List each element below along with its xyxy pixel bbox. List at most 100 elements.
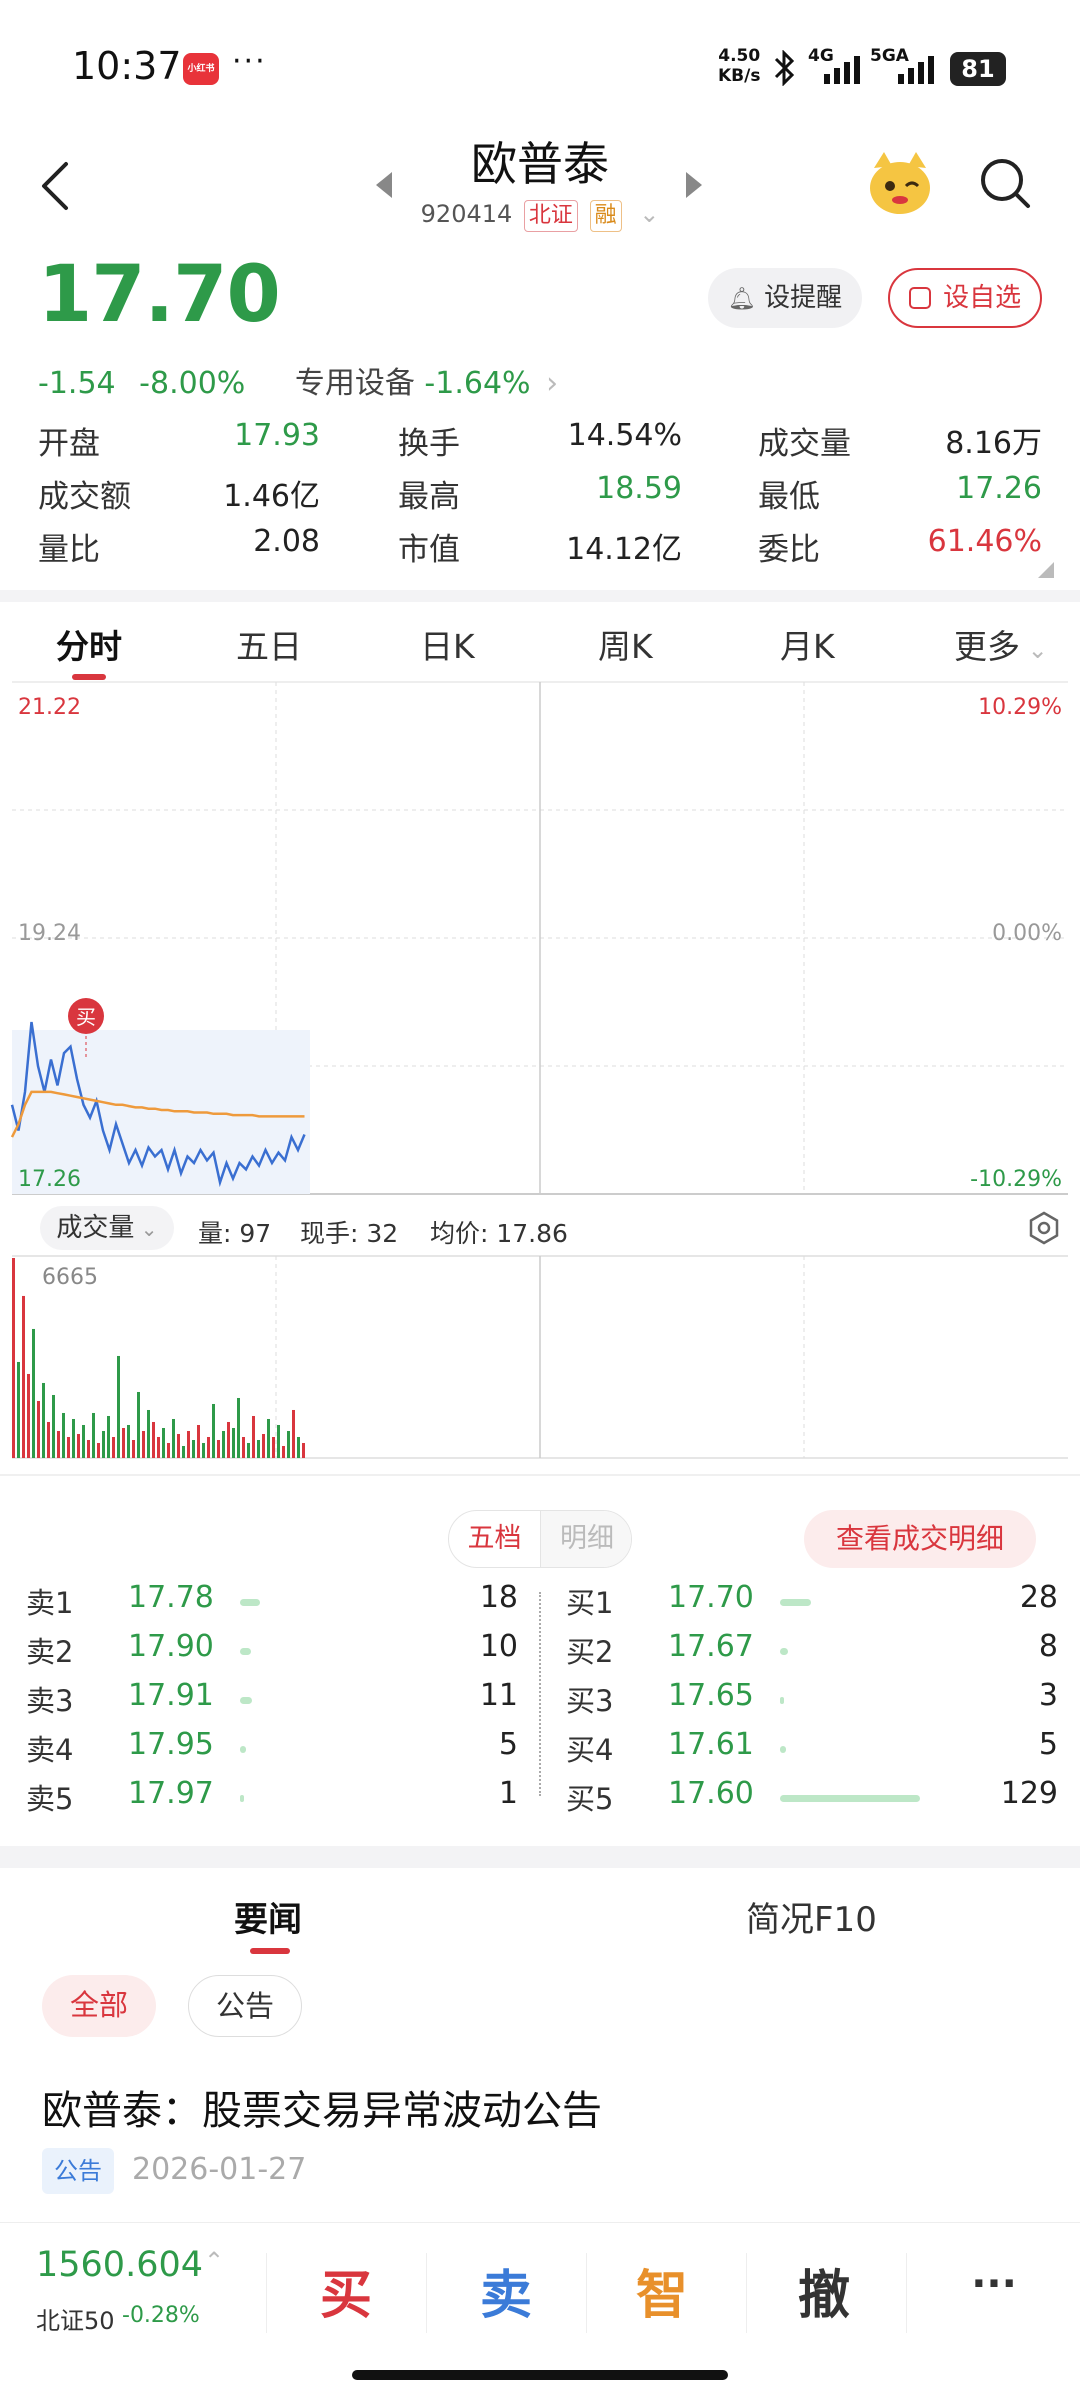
orderbook-level-label: 买1 [566,1586,614,1620]
volume-bar [32,1328,35,1458]
indicator-select-label: 成交量 [56,1213,135,1243]
volume-bar [77,1433,80,1458]
volume-bar [27,1373,30,1458]
five-level-tab[interactable]: 五档 [449,1511,541,1567]
set-reminder-label: 设提醒 [764,283,843,313]
add-favorite-button[interactable]: 设自选 [888,268,1042,328]
search-icon[interactable] [978,156,1034,212]
orderbook-price: 17.61 [668,1727,754,1762]
volume-bar [237,1397,240,1458]
orderbook-price: 17.67 [668,1629,754,1664]
tab-five-day[interactable]: 五日 [236,620,302,668]
tab-news[interactable]: 要闻 [234,1892,302,1941]
margin-tag: 融 [589,200,622,232]
orderbook-level-label: 买5 [566,1782,614,1816]
sector-link[interactable]: 专用设备 -1.64% › [295,366,558,401]
stock-code: 920414 [420,200,513,228]
orderbook-volume-bar [240,1697,252,1704]
volume-bar [157,1436,160,1458]
signal-5g-icon [898,56,934,84]
news-item-date: 2026-01-27 [132,2152,307,2187]
chevron-up-icon: ⌃ [204,2247,225,2275]
more-menu-icon[interactable]: ··· [944,2261,1044,2307]
news-item-title[interactable]: 欧普泰：股票交易异常波动公告 [42,2078,602,2136]
indicator-select[interactable]: 成交量 ⌄ [40,1206,174,1250]
tab-weekly-k[interactable]: 周K [598,620,653,668]
orderbook-toggle[interactable]: 五档 明细 [448,1510,632,1568]
volume-bar [17,1361,20,1458]
news-tab-underline [250,1948,290,1954]
orderbook-price: 17.95 [128,1727,214,1762]
stat-value: 61.46% [927,524,1042,559]
bar-separator [906,2253,907,2333]
stat-value: 17.26 [956,471,1042,506]
y-axis-mid-pct: 0.00% [992,921,1062,946]
expand-corner-icon[interactable] [1038,562,1054,578]
intraday-chart[interactable]: 21.22 19.24 17.26 10.29% 0.00% -10.29% 6… [0,680,1080,1470]
detail-tab[interactable]: 明细 [541,1511,631,1567]
volume-bar [277,1424,280,1458]
settings-icon[interactable] [1026,1210,1062,1246]
bar-separator [586,2253,587,2333]
tab-f10[interactable]: 简况F10 [746,1892,877,1941]
orderbook-volume-bar [780,1697,784,1704]
volume-bar [177,1433,180,1458]
stat-label: 开盘 [38,426,100,462]
bar-separator [426,2253,427,2333]
tab-intraday[interactable]: 分时 [56,620,122,668]
volume-bar [137,1391,140,1458]
orderbook-price: 17.60 [668,1776,754,1811]
y-axis-top-price: 21.22 [18,695,81,720]
orderbook-price: 17.78 [128,1580,214,1615]
stat-value: 18.59 [596,471,682,506]
orderbook-quantity: 5 [1038,1727,1058,1762]
volume-bar [202,1442,205,1458]
set-reminder-button[interactable]: 🔔︎ 设提醒 [708,268,862,328]
sell-button[interactable]: 卖 [456,2253,556,2328]
volume-bar [142,1430,145,1458]
index-ticker[interactable]: 1560.604 ⌃ 北证50 -0.28% [0,2223,260,2353]
filter-notice-chip[interactable]: 公告 [188,1975,302,2037]
mascot-icon[interactable] [864,148,936,220]
volume-bar [232,1427,235,1458]
smart-order-button[interactable]: 智 [612,2253,712,2328]
orderbook-price: 17.65 [668,1678,754,1713]
volume-bar [217,1439,220,1458]
stat-value: 14.54% [567,418,682,453]
section-divider [0,1846,1080,1868]
volume-bar [87,1439,90,1458]
favorite-icon [908,287,931,309]
index-name: 北证50 [36,2307,115,2335]
status-more-icon: ··· [232,44,267,79]
section-divider [0,1474,1080,1476]
orderbook-volume-bar [240,1599,260,1606]
buy-button[interactable]: 买 [296,2253,396,2328]
home-indicator [352,2370,728,2380]
volume-bar [122,1427,125,1458]
cancel-order-button[interactable]: 撤 [774,2253,874,2328]
filter-all-chip[interactable]: 全部 [42,1975,156,2037]
volume-bar [262,1433,265,1458]
volume-bar [97,1442,100,1458]
orderbook-divider [539,1592,541,1796]
volume-bar [162,1427,165,1458]
volume-bar [167,1442,170,1458]
orderbook-level-label: 买3 [566,1684,614,1718]
orderbook-quantity: 8 [1038,1629,1058,1664]
stat-label: 量比 [38,532,100,568]
tab-monthly-k[interactable]: 月K [780,620,835,668]
view-trade-detail-button[interactable]: 查看成交明细 [804,1510,1036,1568]
stat-value: 1.46亿 [223,479,320,514]
orderbook-price: 17.91 [128,1678,214,1713]
sector-pct: -1.64% [424,366,531,401]
change-row: -1.54 -8.00% 专用设备 -1.64% › [38,358,558,402]
tab-more[interactable]: 更多 ⌄ [954,620,1048,668]
current-hand-value: 现手: 32 [300,1219,399,1248]
stat-value: 8.16万 [945,426,1042,461]
index-value: 1560.604 [36,2245,204,2285]
chevron-right-icon: › [546,366,559,401]
orderbook-price: 17.97 [128,1776,214,1811]
orderbook-level-label: 卖3 [26,1684,74,1718]
volume-bar [127,1424,130,1458]
tab-daily-k[interactable]: 日K [420,620,475,668]
